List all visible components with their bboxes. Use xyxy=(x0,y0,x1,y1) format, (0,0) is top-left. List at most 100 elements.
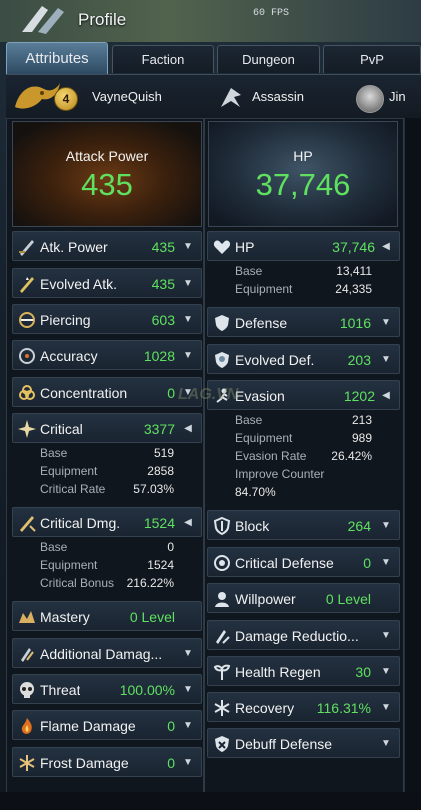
page-title: Profile xyxy=(78,10,127,29)
tab-dungeon[interactable]: Dungeon xyxy=(217,45,320,73)
detail-label: Critical Bonus xyxy=(40,576,115,590)
tab-faction[interactable]: Faction xyxy=(112,45,214,73)
scrollbar[interactable] xyxy=(404,118,421,810)
detail-label: Equipment xyxy=(235,282,293,296)
detail-label: Evasion Rate xyxy=(235,449,307,463)
mastery-icon xyxy=(19,611,35,623)
stat-row-threat[interactable]: Threat 100.00% ▼ xyxy=(12,674,202,704)
stat-row-frost-damage[interactable]: Frost Damage 0 ▼ xyxy=(12,747,202,777)
stat-value: 30 xyxy=(355,664,371,680)
attack-power-panel: Attack Power 435 xyxy=(12,121,202,227)
stat-row-block[interactable]: Block 264 ▼ xyxy=(207,510,400,540)
dropdown-arrow-icon[interactable]: ▼ xyxy=(379,737,393,751)
stat-label: Defense xyxy=(235,315,288,331)
stat-label: Evolved Def. xyxy=(235,352,315,368)
stat-row-atk-power[interactable]: Atk. Power 435 ▼ xyxy=(12,231,202,261)
detail-label: Improve Counter xyxy=(235,467,325,481)
stat-value: 0 Level xyxy=(325,591,371,607)
dropdown-arrow-icon[interactable]: ▼ xyxy=(181,277,195,291)
detail-value: 1524 xyxy=(147,558,174,572)
stat-row-hp[interactable]: HP 37,746 ◀ xyxy=(207,231,400,261)
detail-value: 213 xyxy=(351,413,372,427)
stat-row-damage-reduction[interactable]: Damage Reductio... ▼ xyxy=(207,620,400,650)
stat-label: Concentration xyxy=(40,385,128,401)
detail-label: Base xyxy=(235,264,263,278)
health-regen-icon xyxy=(213,664,231,680)
collapse-arrow-icon[interactable]: ◀ xyxy=(379,389,393,403)
stat-label: Health Regen xyxy=(235,664,321,680)
collapse-arrow-icon[interactable]: ◀ xyxy=(379,240,393,254)
stat-label: Mastery xyxy=(40,609,90,625)
stat-value: 1016 xyxy=(339,315,371,331)
dropdown-arrow-icon[interactable]: ▼ xyxy=(181,647,195,661)
stat-row-critical-defense[interactable]: Critical Defense 0 ▼ xyxy=(207,547,400,577)
character-bar: 4 VayneQuish Assassin Jin xyxy=(6,74,421,120)
stat-value: 1524 xyxy=(143,515,175,531)
dropdown-arrow-icon[interactable]: ▼ xyxy=(379,665,393,679)
stat-row-piercing[interactable]: Piercing 603 ▼ xyxy=(12,304,202,334)
stat-row-flame-damage[interactable]: Flame Damage 0 ▼ xyxy=(12,710,202,740)
heart-icon xyxy=(213,240,231,254)
dropdown-arrow-icon[interactable]: ▼ xyxy=(379,629,393,643)
dropdown-arrow-icon[interactable]: ▼ xyxy=(181,683,195,697)
stat-label: Accuracy xyxy=(40,348,98,364)
dropdown-arrow-icon[interactable]: ▼ xyxy=(181,349,195,363)
stat-row-critical-dmg[interactable]: Critical Dmg. 1524 ◀ xyxy=(12,507,202,537)
character-name: VayneQuish xyxy=(92,89,162,104)
dropdown-arrow-icon[interactable]: ▼ xyxy=(379,556,393,570)
collapse-arrow-icon[interactable]: ◀ xyxy=(181,516,195,530)
stat-row-recovery[interactable]: Recovery 116.31% ▼ xyxy=(207,692,400,722)
dropdown-arrow-icon[interactable]: ▼ xyxy=(181,756,195,770)
stat-row-concentration[interactable]: Concentration 0 ▼ xyxy=(12,377,202,407)
tab-attributes[interactable]: Attributes xyxy=(6,42,108,74)
stat-row-willpower[interactable]: Willpower 0 Level xyxy=(207,583,400,613)
stat-label: Additional Damag... xyxy=(40,646,163,662)
stat-row-health-regen[interactable]: Health Regen 30 ▼ xyxy=(207,656,400,686)
dropdown-arrow-icon[interactable]: ▼ xyxy=(379,519,393,533)
stat-label: Critical Defense xyxy=(235,555,334,571)
stat-label: Atk. Power xyxy=(40,239,108,255)
dropdown-arrow-icon[interactable]: ▼ xyxy=(379,701,393,715)
dropdown-arrow-icon[interactable]: ▼ xyxy=(379,316,393,330)
detail-label: Base xyxy=(235,413,263,427)
stat-value: 0 xyxy=(167,718,175,734)
piercing-icon xyxy=(19,312,35,328)
dropdown-arrow-icon[interactable]: ▼ xyxy=(181,719,195,733)
stat-label: Recovery xyxy=(235,700,295,716)
stat-row-defense[interactable]: Defense 1016 ▼ xyxy=(207,307,400,337)
evolved-shield-icon xyxy=(215,352,229,368)
stat-row-critical[interactable]: Critical 3377 ◀ xyxy=(12,413,202,443)
snowflake-icon xyxy=(19,755,35,771)
collapse-arrow-icon[interactable]: ◀ xyxy=(181,422,195,436)
crosshair-icon xyxy=(19,348,35,364)
stat-row-additional-damage[interactable]: Additional Damag... ▼ xyxy=(12,638,202,668)
stat-label: Piercing xyxy=(40,312,91,328)
stat-value: 435 xyxy=(151,239,175,255)
stat-row-mastery[interactable]: Mastery 0 Level xyxy=(12,601,202,631)
stat-value: 37,746 xyxy=(332,239,375,255)
stat-label: Frost Damage xyxy=(40,755,129,771)
dropdown-arrow-icon[interactable]: ▼ xyxy=(181,240,195,254)
stat-value: 435 xyxy=(151,276,175,292)
detail-label: Equipment xyxy=(40,464,98,478)
additional-damage-icon xyxy=(21,648,34,662)
stat-label: Willpower xyxy=(235,591,296,607)
dropdown-arrow-icon[interactable]: ▼ xyxy=(379,353,393,367)
detail-label: Base xyxy=(40,540,68,554)
stat-value: 603 xyxy=(151,312,175,328)
stat-value: 0 xyxy=(167,385,175,401)
dropdown-arrow-icon[interactable]: ▼ xyxy=(181,313,195,327)
stat-row-accuracy[interactable]: Accuracy 1028 ▼ xyxy=(12,340,202,370)
tab-pvp[interactable]: PvP xyxy=(323,45,421,73)
detail-value: 84.70% xyxy=(235,485,276,499)
stat-label: Block xyxy=(235,518,270,534)
stat-value: 0 xyxy=(167,755,175,771)
detail-label: Equipment xyxy=(40,558,98,572)
stat-label: Evolved Atk. xyxy=(40,276,118,292)
stat-value: 203 xyxy=(347,352,371,368)
stat-row-debuff-defense[interactable]: Debuff Defense ▼ xyxy=(207,728,400,758)
stat-value: 0 xyxy=(363,555,371,571)
stat-row-evolved-def[interactable]: Evolved Def. 203 ▼ xyxy=(207,344,400,374)
stat-value: 1028 xyxy=(143,348,175,364)
stat-row-evolved-atk[interactable]: Evolved Atk. 435 ▼ xyxy=(12,268,202,298)
